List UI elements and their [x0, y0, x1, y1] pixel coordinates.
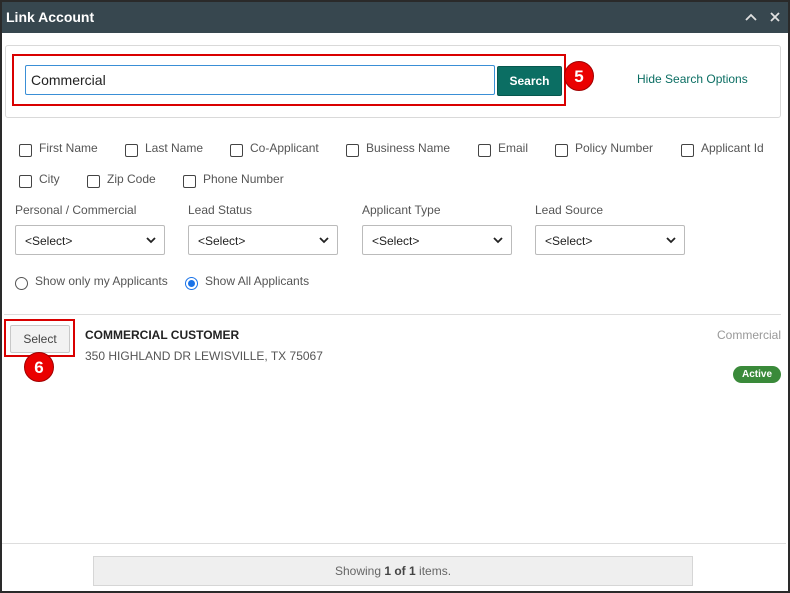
filter-label-personal-commercial: Personal / Commercial [15, 203, 137, 217]
lead-source-select[interactable]: <Select> [535, 225, 685, 255]
radio-button[interactable] [185, 277, 198, 290]
checkbox-co-applicant[interactable]: Co-Applicant [230, 138, 319, 158]
checkbox-box[interactable] [555, 144, 568, 157]
checkbox-label: Zip Code [107, 172, 156, 186]
checkbox-zip-code[interactable]: Zip Code [87, 169, 156, 189]
checkbox-policy-number[interactable]: Policy Number [555, 138, 653, 158]
checkbox-label: City [39, 172, 60, 186]
pager-range: 1 of 1 [384, 564, 416, 578]
checkbox-business-name[interactable]: Business Name [346, 138, 450, 158]
radio-label: Show All Applicants [205, 274, 310, 288]
checkbox-box[interactable] [681, 144, 694, 157]
filter-label-applicant-type: Applicant Type [362, 203, 441, 217]
checkbox-box[interactable] [183, 175, 196, 188]
search-field-checkboxes-row-2: City Zip Code Phone Number [0, 169, 786, 189]
chevron-down-icon [319, 237, 329, 244]
customer-address: 350 HIGHLAND DR LEWISVILLE, TX 75067 [85, 349, 323, 363]
checkbox-label: First Name [39, 141, 98, 155]
filter-label-lead-source: Lead Source [535, 203, 604, 217]
checkbox-label: Last Name [145, 141, 204, 155]
checkbox-box[interactable] [19, 144, 32, 157]
checkbox-label: Email [498, 141, 529, 155]
checkbox-phone-number[interactable]: Phone Number [183, 169, 284, 189]
chevron-down-icon [146, 237, 156, 244]
checkbox-email[interactable]: Email [478, 138, 528, 158]
checkbox-box[interactable] [478, 144, 491, 157]
radio-button[interactable] [15, 277, 28, 290]
search-input[interactable] [25, 65, 495, 95]
select-value: <Select> [545, 234, 593, 248]
step-marker-6: 6 [24, 352, 54, 382]
checkbox-box[interactable] [125, 144, 138, 157]
chevron-down-icon [493, 237, 503, 244]
hide-search-options-link[interactable]: Hide Search Options [637, 72, 748, 86]
select-result-button[interactable]: Select [10, 325, 70, 353]
radio-label: Show only my Applicants [35, 274, 168, 288]
footer-divider [2, 543, 786, 544]
applicant-type-select[interactable]: <Select> [362, 225, 512, 255]
checkbox-label: Co-Applicant [250, 141, 319, 155]
personal-commercial-select[interactable]: <Select> [15, 225, 165, 255]
filter-label-lead-status: Lead Status [188, 203, 253, 217]
checkbox-last-name[interactable]: Last Name [125, 138, 203, 158]
chevron-up-icon[interactable] [743, 10, 759, 26]
status-badge: Active [733, 366, 781, 383]
checkbox-city[interactable]: City [19, 169, 60, 189]
checkbox-box[interactable] [19, 175, 32, 188]
pager-status: Showing 1 of 1 items. [93, 556, 693, 586]
checkbox-applicant-id[interactable]: Applicant Id [681, 138, 764, 158]
select-value: <Select> [198, 234, 246, 248]
search-field-checkboxes-row-1: First Name Last Name Co-Applicant Busine… [0, 138, 786, 158]
checkbox-box[interactable] [87, 175, 100, 188]
checkbox-first-name[interactable]: First Name [19, 138, 98, 158]
checkbox-label: Policy Number [575, 141, 654, 155]
customer-name: COMMERCIAL CUSTOMER [85, 328, 240, 342]
radio-show-all-applicants[interactable]: Show All Applicants [185, 271, 309, 291]
checkbox-box[interactable] [346, 144, 359, 157]
radio-show-only-my-applicants[interactable]: Show only my Applicants [15, 271, 168, 291]
step-marker-5: 5 [564, 61, 594, 91]
chevron-down-icon [666, 237, 676, 244]
customer-type: Commercial [717, 328, 782, 342]
checkbox-label: Applicant Id [701, 141, 764, 155]
checkbox-label: Business Name [366, 141, 451, 155]
checkbox-box[interactable] [230, 144, 243, 157]
lead-status-select[interactable]: <Select> [188, 225, 338, 255]
results-divider [4, 314, 781, 315]
pager-prefix: Showing [334, 564, 385, 578]
dialog-title: Link Account [6, 9, 95, 25]
search-button[interactable]: Search [497, 66, 562, 96]
select-value: <Select> [25, 234, 73, 248]
select-value: <Select> [372, 234, 420, 248]
checkbox-label: Phone Number [203, 172, 284, 186]
pager-suffix: items. [415, 564, 452, 578]
dialog-titlebar: Link Account [2, 2, 788, 33]
close-icon[interactable] [767, 10, 783, 26]
